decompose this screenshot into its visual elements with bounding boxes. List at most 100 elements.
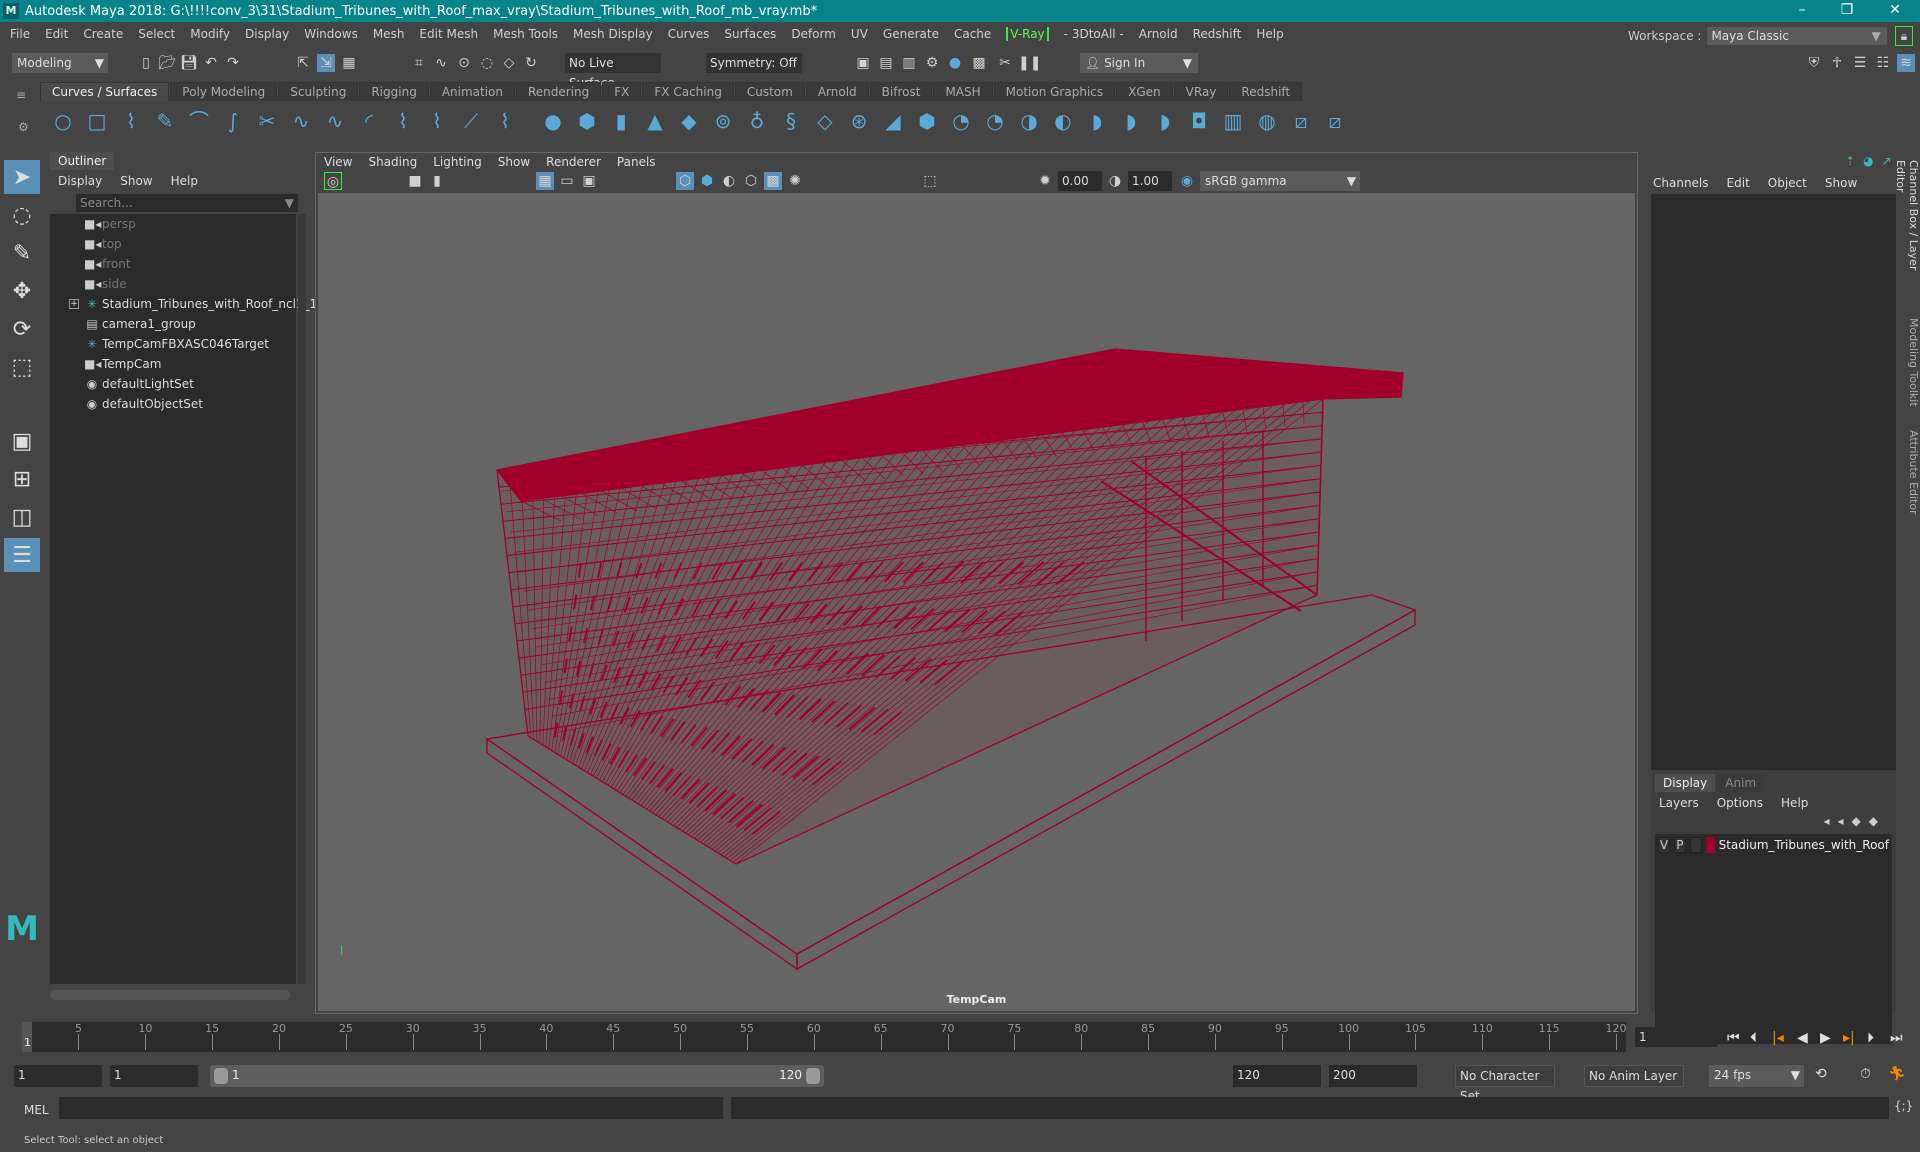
auto-key-icon[interactable]: ⏱ — [1860, 1066, 1871, 1082]
planar-icon[interactable]: ◇ — [814, 110, 836, 132]
sign-in-button[interactable]: 👤︎ Sign In ▼ — [1080, 53, 1198, 73]
pause-icon[interactable]: ❚❚ — [1018, 54, 1041, 72]
shelf-tab[interactable]: Bifrost — [869, 82, 933, 101]
speed-icon[interactable]: ◕ — [1863, 154, 1873, 168]
rebuild-surface-icon[interactable]: ◍ — [1256, 110, 1278, 132]
menu-edit[interactable]: Edit — [45, 27, 68, 41]
hypershade-icon[interactable]: ● — [946, 54, 964, 72]
gamma-icon[interactable]: ◑ — [1106, 172, 1124, 190]
workspace-selector[interactable]: Workspace : Maya Classic ▼ — [1628, 27, 1888, 45]
shelf-tab[interactable]: XGen — [1116, 82, 1173, 101]
shelf-tab[interactable]: Rigging — [359, 82, 429, 101]
arc-icon[interactable]: ◜ — [358, 110, 380, 132]
default-material-icon[interactable]: ◐ — [720, 172, 738, 190]
render-frame-icon[interactable]: ▣ — [854, 54, 872, 72]
gamma-field[interactable]: 1.00 — [1128, 171, 1172, 191]
playback-start-field[interactable]: 1 — [110, 1065, 198, 1087]
outliner-item[interactable]: + ✳ Stadium_Tribunes_with_Roof_ncl1_1 — [50, 294, 317, 314]
human-ik-icon[interactable]: ☥ — [1828, 54, 1846, 72]
render-settings-icon[interactable]: ⚙︎ — [923, 54, 941, 72]
animation-start-field[interactable]: 1 — [14, 1065, 102, 1087]
shelf-tab[interactable]: Rendering — [516, 82, 602, 101]
curve-cut-icon[interactable]: ✂ — [256, 110, 278, 132]
animation-end-field[interactable]: 200 — [1329, 1065, 1417, 1087]
expand-icon[interactable]: ↗ — [1882, 154, 1892, 168]
range-end-handle[interactable] — [806, 1068, 820, 1084]
bezier-icon[interactable]: ∫ — [222, 110, 244, 132]
cube-icon[interactable]: ⬢ — [576, 110, 598, 132]
time-slider[interactable]: 1 5 10 15 20 25 30 35 40 45 50 55 60 65 70 75 80 85 90 95 1… — [22, 1022, 1627, 1052]
outliner-item[interactable]: ■◂ front — [50, 254, 296, 274]
layer-playback-toggle[interactable]: P — [1673, 837, 1686, 853]
menu-mesh[interactable]: Mesh — [373, 27, 405, 41]
shelf-tab[interactable]: VRay — [1173, 82, 1229, 101]
layer-display-type-toggle[interactable] — [1689, 837, 1702, 853]
shelf-settings-icon[interactable]: ⚙︎ — [18, 120, 29, 134]
command-line-input[interactable] — [59, 1097, 723, 1119]
loft-icon[interactable]: § — [780, 110, 802, 132]
ipr-render-icon[interactable]: ▥ — [900, 54, 918, 72]
current-frame-field[interactable]: 1 — [1635, 1027, 1717, 1047]
revolve-icon[interactable]: ♁ — [746, 110, 768, 132]
fps-dropdown[interactable]: 24 fps ▼ — [1709, 1065, 1804, 1087]
untrim-icon[interactable]: ◐ — [1052, 110, 1074, 132]
trim-icon[interactable]: ◑ — [1018, 110, 1040, 132]
lights-icon[interactable]: ✺ — [786, 172, 804, 190]
lasso-tool-icon[interactable]: ◌ — [4, 198, 40, 232]
menu-extra-3[interactable]: Help — [1256, 27, 1283, 41]
viewport-3d-view[interactable]: |_ TempCam — [318, 193, 1635, 1011]
move-layer-up-icon[interactable]: ◂ — [1823, 814, 1837, 828]
step-forward-icon[interactable]: ⏵ — [1867, 1030, 1874, 1046]
smooth-shade-icon[interactable]: ⬢ — [698, 172, 716, 190]
preferences-run-icon[interactable]: 🏃︎ — [1888, 1066, 1906, 1082]
playback-end-field[interactable]: 120 — [1233, 1065, 1321, 1087]
single-view-icon[interactable]: ▣ — [4, 424, 40, 458]
ep-curve-icon[interactable]: ⌒ — [188, 110, 210, 132]
menu-cache[interactable]: Cache — [954, 27, 991, 41]
camera-attributes-icon[interactable]: ■ — [406, 172, 424, 190]
resolution-gate-icon[interactable]: ▣ — [580, 172, 598, 190]
menu-surfaces[interactable]: Surfaces — [724, 27, 776, 41]
step-back-key-icon[interactable]: |◂ — [1772, 1030, 1784, 1046]
curve-offset-icon[interactable]: ⌇ — [494, 110, 516, 132]
menu-extra-1[interactable]: Arnold — [1139, 27, 1178, 41]
vmenu-item-panels[interactable]: Panels — [617, 155, 656, 169]
snap-surface-icon[interactable]: ◇ — [500, 54, 518, 72]
color-management-icon[interactable]: ◉ — [1178, 172, 1196, 190]
symmetry-dropdown[interactable]: Symmetry: Off — [706, 53, 802, 73]
vmenu-item-show[interactable]: Show — [498, 155, 530, 169]
circle-icon[interactable]: ○ — [52, 110, 74, 132]
channel-box-icon[interactable]: ≋ — [1897, 54, 1915, 72]
outliner-menu-item-help[interactable]: Help — [171, 174, 198, 188]
redo-icon[interactable]: ↷ — [224, 54, 242, 72]
outliner-item[interactable]: ■◂ TempCam — [50, 354, 296, 374]
tool-settings-icon[interactable]: ☷ — [1874, 54, 1892, 72]
square-icon[interactable]: □ — [86, 110, 108, 132]
outliner-menu-item-display[interactable]: Display — [58, 174, 102, 188]
select-tool-icon[interactable]: ➤ — [4, 160, 40, 194]
menu-extra-2[interactable]: Redshift — [1193, 27, 1242, 41]
render-view-icon[interactable]: ▩ — [970, 54, 988, 72]
live-surface-field[interactable]: No Live Surface — [565, 53, 661, 90]
outliner-layout-icon[interactable]: ☰ — [4, 538, 40, 572]
layer-color-swatch[interactable] — [1705, 837, 1715, 853]
menu-edit-mesh[interactable]: Edit Mesh — [419, 27, 478, 41]
outliner-item[interactable]: ◉ defaultObjectSet — [50, 394, 296, 414]
workspace-dropdown[interactable]: Maya Classic — [1707, 27, 1888, 45]
move-tool-icon[interactable]: ✥ — [4, 274, 40, 308]
textured-icon[interactable]: ▩ — [764, 172, 782, 190]
boundary-icon[interactable]: ⬢ — [916, 110, 938, 132]
grid-icon[interactable]: ▦ — [536, 172, 554, 190]
menu-file[interactable]: File — [10, 27, 30, 41]
lmenu-item-options[interactable]: Options — [1717, 796, 1763, 810]
menu-curves[interactable]: Curves — [668, 27, 710, 41]
outliner-item[interactable]: ■◂ top — [50, 234, 296, 254]
detach-surface-icon[interactable]: ◗ — [1120, 110, 1142, 132]
expand-icon[interactable]: + — [69, 299, 79, 309]
snap-view-icon[interactable]: ◌ — [478, 54, 496, 72]
outliner-item[interactable]: ■◂ side — [50, 274, 296, 294]
outliner-horizontal-scrollbar[interactable] — [50, 990, 290, 1000]
undo-icon[interactable]: ↶ — [202, 54, 220, 72]
project-icon[interactable]: ▥ — [1222, 110, 1244, 132]
select-hierarchy-icon[interactable]: ⇱ — [294, 54, 312, 72]
